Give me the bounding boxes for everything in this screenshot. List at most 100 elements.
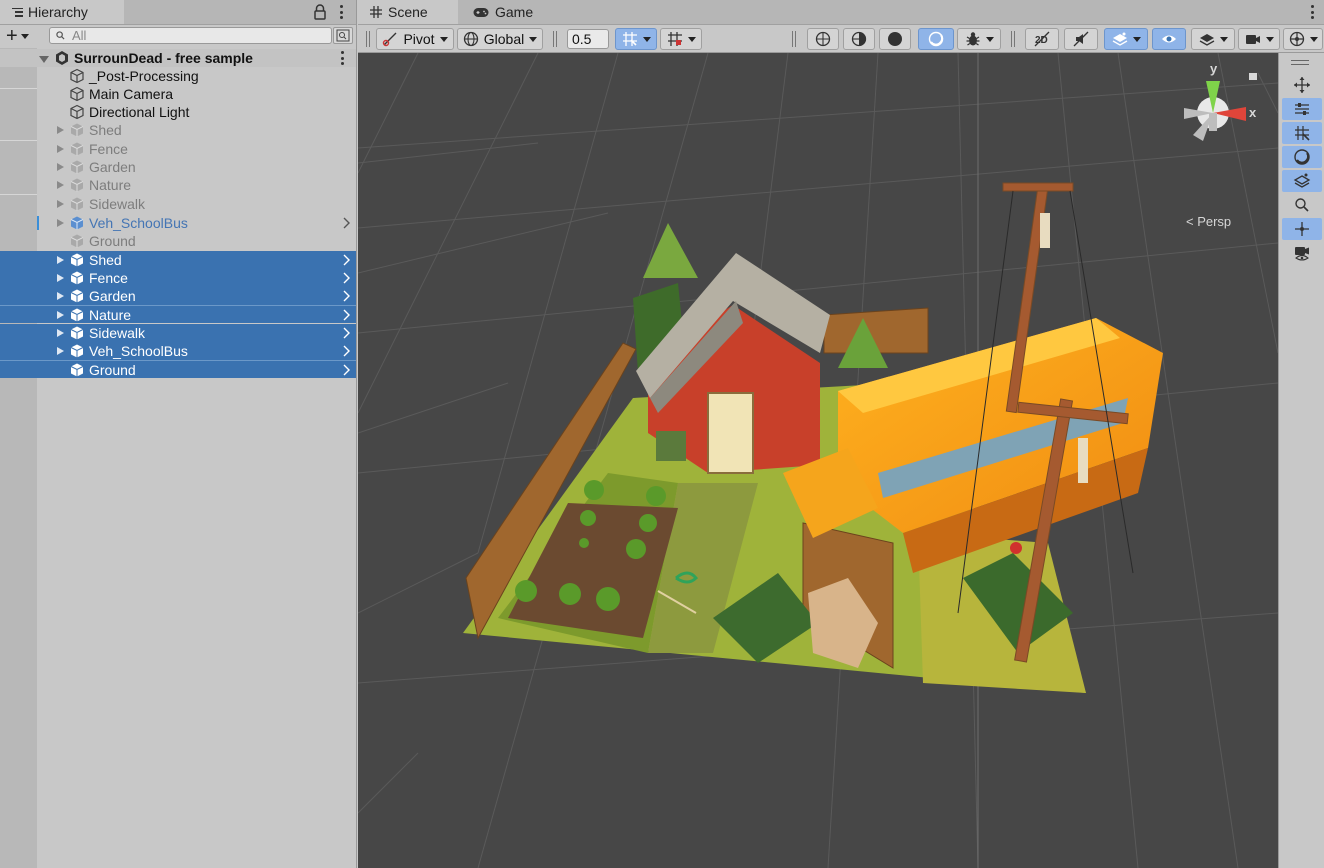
chevron-down-icon [985,36,994,42]
hierarchy-toolbar: + [0,25,356,47]
scene-viewport[interactable]: y x < Persp [358,53,1278,868]
move-tool-button[interactable] [1282,74,1322,96]
tool-settings-toggle[interactable] [1282,98,1322,120]
chevron-down-icon [642,36,651,42]
foldout-collapsed-icon[interactable] [57,219,64,227]
hierarchy-tab-bar: Hierarchy [0,0,356,25]
foldout-collapsed-icon[interactable] [57,311,64,319]
foldout-collapsed-icon[interactable] [57,329,64,337]
draw-mode-lit-toggle[interactable] [918,28,954,50]
shaded-sphere-icon [888,32,902,46]
draw-mode-shaded-button[interactable] [879,28,911,50]
grid-snapping-overlay-toggle[interactable] [1282,122,1322,144]
foldout-collapsed-icon[interactable] [57,181,64,189]
tab-game[interactable]: Game [461,0,561,24]
prefab-cube-icon [70,363,84,377]
pivot-dropdown[interactable]: Pivot [376,28,454,50]
globe-icon [463,31,478,47]
scene-menu-kebab-icon[interactable] [1310,5,1314,19]
hierarchy-item-garden-inactive[interactable]: Garden [0,158,356,176]
prefab-open-chevron-icon[interactable] [343,254,350,266]
overlay-grip[interactable] [1291,60,1309,65]
scene-root-row[interactable]: SurrounDead - free sample [0,49,356,67]
hierarchy-item-fence-inactive[interactable]: Fence [0,140,356,158]
chevron-down-icon [1219,36,1228,42]
scene-toolbar: Pivot Global 0.5 [358,25,1324,53]
hierarchy-item-main-camera[interactable]: Main Camera [0,85,356,103]
wireframe-sphere-icon [815,31,831,47]
projection-mode-label[interactable]: < Persp [1186,214,1231,229]
hierarchy-item-post-processing[interactable]: _Post-Processing [0,67,356,85]
tab-game-label: Game [495,4,534,20]
scene-render: y x [358,53,1278,868]
prefab-open-chevron-icon[interactable] [343,272,350,284]
prefab-open-chevron-icon[interactable] [343,217,350,229]
2d-mode-toggle[interactable]: 2D [1025,28,1059,50]
camera-icon [1245,35,1260,44]
prefab-cube-icon [70,123,84,137]
foldout-collapsed-icon[interactable] [57,163,64,171]
prefab-open-chevron-icon[interactable] [343,309,350,321]
list-icon [12,7,23,17]
hierarchy-item-nature-selected[interactable]: Nature [0,305,356,323]
lock-icon[interactable] [313,4,327,20]
snap-increment-input[interactable]: 0.5 [567,29,609,49]
effects-dropdown[interactable] [1104,28,1148,50]
ping-indicator [37,216,39,230]
foldout-collapsed-icon[interactable] [57,145,64,153]
search-overlay-button[interactable] [1282,194,1322,216]
tab-hierarchy[interactable]: Hierarchy [0,0,124,24]
prefab-open-chevron-icon[interactable] [343,345,350,357]
hierarchy-item-fence-selected[interactable]: Fence [0,269,356,287]
camera-overlay-button[interactable] [1282,242,1322,264]
increment-snap-dropdown[interactable] [660,28,702,50]
grid-snap-icon [1295,126,1310,141]
camera-settings-dropdown[interactable] [1238,28,1280,50]
hierarchy-item-ground-inactive[interactable]: Ground [0,232,356,250]
global-dropdown[interactable]: Global [457,28,543,50]
grid-snap-toggle[interactable] [615,28,657,50]
foldout-collapsed-icon[interactable] [57,256,64,264]
foldout-collapsed-icon[interactable] [57,292,64,300]
audio-mute-toggle[interactable] [1064,28,1098,50]
hierarchy-item-sidewalk-inactive[interactable]: Sidewalk [0,195,356,213]
prefab-open-chevron-icon[interactable] [343,290,350,302]
view-options-overlay-toggle[interactable] [1282,170,1322,192]
hierarchy-item-veh-schoolbus-selected[interactable]: Veh_SchoolBus [0,342,356,360]
draw-mode-wireframe-button[interactable] [807,28,839,50]
draw-mode-shaded-wireframe-button[interactable] [843,28,875,50]
plus-icon: + [6,25,18,47]
hierarchy-item-shed-inactive[interactable]: Shed [0,121,356,139]
debug-draw-mode-dropdown[interactable] [957,28,1001,50]
search-filter-button[interactable] [333,27,353,44]
foldout-collapsed-icon[interactable] [57,347,64,355]
hierarchy-menu-kebab-icon[interactable] [339,5,343,19]
foldout-expanded-icon[interactable] [39,56,49,63]
hierarchy-item-sidewalk-selected[interactable]: Sidewalk [0,324,356,342]
foldout-collapsed-icon[interactable] [57,126,64,134]
hierarchy-item-ground-selected[interactable]: Ground [0,360,356,378]
scene-menu-kebab-icon[interactable] [340,51,344,65]
scene-view-panel: Scene Game Pivot Global 0.5 y x < Persp [358,0,1324,868]
hierarchy-tree: SurrounDead - free sample _Post-Processi… [0,48,356,868]
scene-visibility-toggle[interactable] [1152,28,1186,50]
hierarchy-item-nature-inactive[interactable]: Nature [0,176,356,194]
orientation-overlay-toggle[interactable] [1282,218,1322,240]
create-dropdown-button[interactable]: + [6,25,38,47]
search-icon [56,31,65,40]
gizmos-dropdown[interactable] [1283,28,1323,50]
foldout-collapsed-icon[interactable] [57,200,64,208]
prefab-open-chevron-icon[interactable] [343,364,350,376]
hierarchy-item-garden-selected[interactable]: Garden [0,287,356,305]
hierarchy-item-veh-schoolbus-prefab[interactable]: Veh_SchoolBus [0,214,356,232]
prefab-open-chevron-icon[interactable] [343,327,350,339]
tab-scene[interactable]: Scene [358,0,458,24]
layers-dropdown[interactable] [1191,28,1235,50]
foldout-collapsed-icon[interactable] [57,274,64,282]
hierarchy-search-input[interactable] [49,27,332,44]
hierarchy-item-shed-selected[interactable]: Shed [0,251,356,269]
prefab-cube-icon [70,160,84,174]
hierarchy-item-directional-light[interactable]: Directional Light [0,103,356,121]
draw-modes-overlay-toggle[interactable] [1282,146,1322,168]
orientation-gizmo: y x [1184,61,1257,141]
